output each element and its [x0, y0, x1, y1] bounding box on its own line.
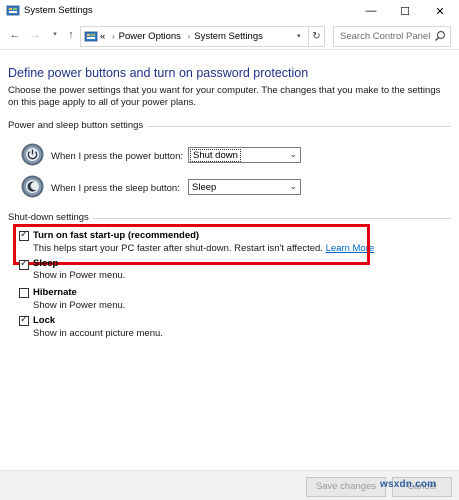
breadcrumb: « › Power Options › System Settings — [100, 31, 263, 42]
close-icon: ✕ — [435, 5, 445, 18]
lock-checkbox[interactable]: ✓ — [19, 314, 29, 326]
search-input[interactable]: Search Control Panel — [333, 26, 451, 47]
power-section-label: Power and sleep button settings — [8, 120, 148, 131]
minimize-icon: — — [365, 5, 377, 17]
maximize-button[interactable]: ☐ — [388, 0, 422, 22]
power-button-action-select[interactable]: Shut down ⌄ — [188, 147, 301, 163]
power-button-label: When I press the power button: — [51, 151, 184, 162]
control-panel-icon — [6, 5, 20, 16]
sleep-button-action-value: Sleep — [192, 182, 217, 193]
lock-label[interactable]: Lock — [33, 315, 55, 326]
breadcrumb-power-options[interactable]: Power Options — [119, 31, 181, 42]
power-button-icon — [21, 143, 44, 166]
back-arrow-icon[interactable]: ← — [8, 28, 22, 42]
watermark: wsxdn.com — [380, 479, 437, 490]
page-title: Define power buttons and turn on passwor… — [8, 66, 309, 80]
address-bar[interactable]: « › Power Options › System Settings ▾ — [80, 26, 309, 47]
breadcrumb-overflow-icon[interactable]: « — [100, 31, 105, 42]
chevron-right-icon: › — [111, 32, 115, 41]
checkmark-icon: ✓ — [20, 258, 29, 269]
minimize-button[interactable]: — — [354, 0, 388, 22]
maximize-icon: ☐ — [400, 5, 410, 18]
up-arrow-icon[interactable]: ↑ — [64, 28, 78, 42]
recent-locations-icon[interactable]: ▾ — [48, 28, 62, 42]
sleep-button-action-select[interactable]: Sleep ⌄ — [188, 179, 301, 195]
lock-description: Show in account picture menu. — [33, 328, 163, 339]
hibernate-checkbox[interactable] — [19, 288, 29, 298]
refresh-icon: ↻ — [312, 31, 321, 42]
sleep-checkbox[interactable]: ✓ — [19, 258, 29, 270]
hibernate-description: Show in Power menu. — [33, 300, 126, 311]
sleep-description: Show in Power menu. — [33, 270, 126, 281]
chevron-down-icon: ⌄ — [289, 149, 297, 159]
chevron-down-icon[interactable]: ▾ — [297, 32, 301, 40]
sleep-button-label: When I press the sleep button: — [51, 183, 180, 194]
chevron-right-icon[interactable]: › — [188, 32, 191, 41]
hibernate-label[interactable]: Hibernate — [33, 287, 77, 298]
close-button[interactable]: ✕ — [423, 0, 457, 22]
page-description: Choose the power settings that you want … — [8, 85, 441, 108]
checkmark-icon: ✓ — [20, 314, 29, 325]
chevron-down-icon: ⌄ — [289, 181, 297, 191]
breadcrumb-system-settings[interactable]: System Settings — [194, 31, 263, 42]
forward-arrow-icon[interactable]: → — [28, 28, 42, 42]
highlight-box — [13, 224, 370, 265]
window-title: System Settings — [24, 5, 93, 16]
sleep-button-icon — [21, 175, 44, 198]
control-panel-icon — [84, 31, 98, 42]
power-button-action-value: Shut down — [190, 149, 241, 162]
search-icon[interactable] — [434, 30, 446, 42]
shutdown-section-label: Shut-down settings — [8, 212, 93, 223]
search-placeholder: Search Control Panel — [340, 31, 431, 42]
save-changes-button[interactable]: Save changes — [306, 477, 386, 497]
refresh-button[interactable]: ↻ — [309, 26, 325, 47]
sleep-label[interactable]: Sleep — [33, 258, 58, 269]
title-bar: System Settings — ☐ ✕ — [0, 0, 459, 22]
navigation-bar: ← → ▾ ↑ « › Power Options › System Setting… — [0, 22, 459, 50]
